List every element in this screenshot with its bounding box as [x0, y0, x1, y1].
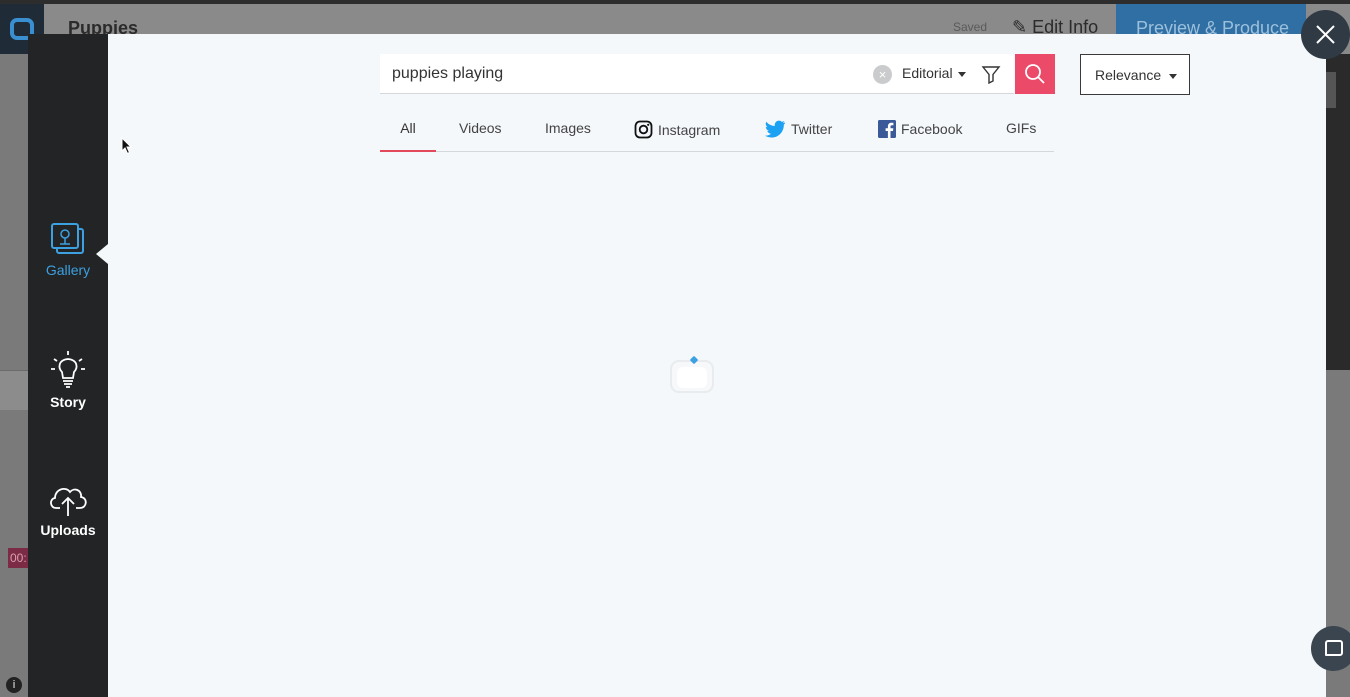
- info-icon: i: [6, 677, 22, 693]
- chat-icon: [1325, 640, 1343, 656]
- tab-label: Twitter: [791, 121, 833, 137]
- tab-twitter[interactable]: Twitter: [765, 120, 832, 151]
- chat-widget-button[interactable]: [1311, 626, 1350, 671]
- rail-label-story: Story: [50, 394, 86, 410]
- instagram-icon: [634, 120, 653, 139]
- side-rail: Gallery Story Uploads: [28, 34, 108, 697]
- media-gallery-modal: Gallery Story Uploads × Editorial: [28, 34, 1326, 697]
- timecode-badge: 00:: [8, 548, 28, 568]
- lightbulb-icon: [51, 351, 85, 388]
- search-bar: × Editorial: [380, 54, 1014, 94]
- caret-down-icon: [1169, 73, 1178, 79]
- clear-search-button[interactable]: ×: [873, 65, 892, 84]
- sort-dropdown[interactable]: Relevance: [1080, 54, 1190, 95]
- timeline-area: [0, 370, 28, 410]
- facebook-icon: [878, 120, 896, 138]
- gallery-content: × Editorial Relevance All Videos: [108, 34, 1326, 697]
- filter-icon[interactable]: [981, 64, 1001, 84]
- loader-dot: [689, 355, 699, 365]
- rail-item-uploads[interactable]: Uploads: [28, 480, 108, 538]
- loader-inner: [677, 367, 707, 388]
- right-panel-tab: [1326, 72, 1336, 108]
- rail-label-gallery: Gallery: [45, 262, 91, 278]
- source-tabs: All Videos Images Instagram Twitter Face…: [380, 120, 1054, 152]
- search-button[interactable]: [1015, 54, 1055, 94]
- gallery-icon: [51, 223, 84, 254]
- tab-label: Facebook: [901, 121, 963, 137]
- twitter-icon: [765, 120, 786, 138]
- search-icon: [1025, 64, 1045, 84]
- search-input[interactable]: [380, 54, 860, 94]
- rail-label-uploads: Uploads: [40, 522, 96, 538]
- rail-item-story[interactable]: Story: [28, 350, 108, 410]
- tab-label: GIFs: [1006, 120, 1037, 136]
- content-type-dropdown[interactable]: Editorial: [902, 65, 966, 81]
- saved-status: Saved: [953, 20, 988, 34]
- tab-gifs[interactable]: GIFs: [1006, 120, 1036, 151]
- loading-spinner: [670, 355, 714, 393]
- active-pointer: [96, 244, 108, 264]
- close-icon: [1316, 25, 1335, 44]
- tab-facebook[interactable]: Facebook: [878, 120, 962, 151]
- close-modal-button[interactable]: [1301, 10, 1350, 59]
- tab-videos[interactable]: Videos: [459, 120, 502, 151]
- tab-label: Images: [545, 120, 591, 136]
- caret-down-icon: [957, 71, 966, 77]
- tab-all[interactable]: All: [380, 120, 436, 152]
- mouse-cursor-icon: [121, 137, 133, 155]
- tab-images[interactable]: Images: [545, 120, 591, 151]
- tab-label: All: [400, 120, 416, 136]
- tab-label: Instagram: [658, 122, 721, 138]
- content-type-label: Editorial: [902, 65, 953, 81]
- tab-label: Videos: [459, 120, 502, 136]
- cloud-upload-icon: [50, 487, 87, 516]
- tab-instagram[interactable]: Instagram: [634, 120, 720, 151]
- sort-label: Relevance: [1095, 67, 1162, 83]
